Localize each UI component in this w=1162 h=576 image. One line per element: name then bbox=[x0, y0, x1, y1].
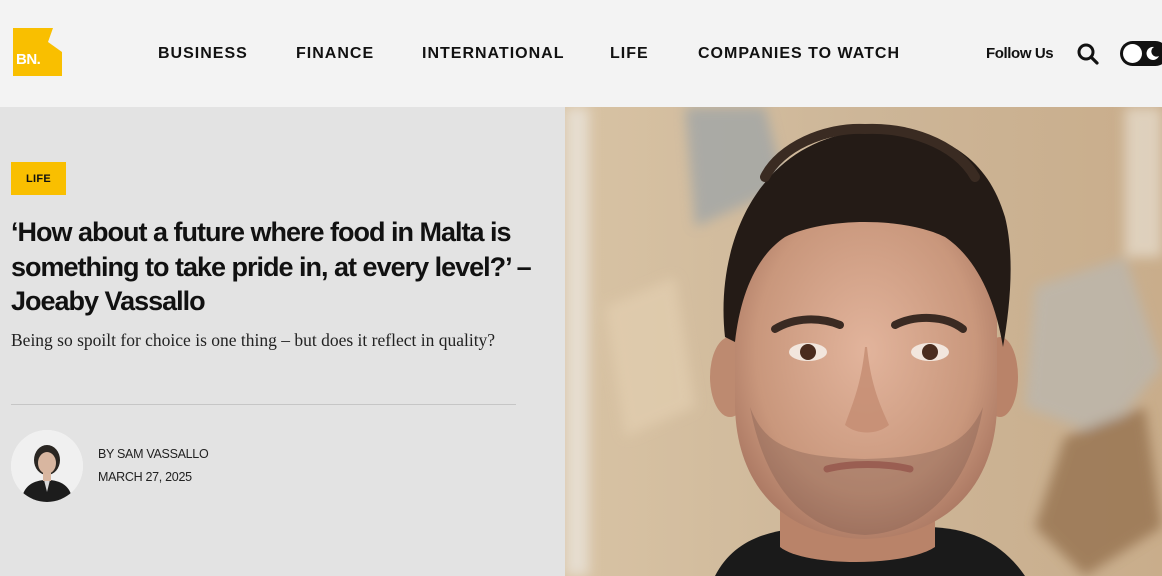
author-avatar[interactable] bbox=[11, 430, 83, 502]
moon-icon bbox=[1146, 46, 1159, 60]
author-byline[interactable]: BY SAM VASSALLO bbox=[98, 447, 209, 461]
logo-text: BN. bbox=[16, 51, 41, 68]
follow-us-link[interactable]: Follow Us bbox=[986, 45, 1054, 62]
site-header: BN. BUSINESS FINANCE INTERNATIONAL LIFE … bbox=[0, 0, 1162, 107]
site-logo[interactable]: BN. bbox=[13, 28, 62, 76]
search-button[interactable] bbox=[1076, 42, 1100, 66]
dark-mode-toggle[interactable] bbox=[1120, 41, 1162, 66]
toggle-knob bbox=[1123, 44, 1142, 63]
nav-item-finance[interactable]: FINANCE bbox=[296, 45, 374, 63]
hero-portrait bbox=[565, 107, 1162, 576]
article-headline[interactable]: ‘How about a future where food in Malta … bbox=[11, 215, 532, 319]
nav-item-life[interactable]: LIFE bbox=[610, 45, 649, 63]
divider bbox=[11, 404, 516, 405]
category-tag[interactable]: LIFE bbox=[11, 162, 66, 195]
publish-date: MARCH 27, 2025 bbox=[98, 470, 192, 484]
nav-item-international[interactable]: INTERNATIONAL bbox=[422, 45, 564, 63]
featured-article: LIFE ‘How about a future where food in M… bbox=[0, 107, 565, 576]
search-icon bbox=[1077, 43, 1099, 65]
author-photo bbox=[11, 430, 83, 502]
article-standfirst: Being so spoilt for choice is one thing … bbox=[11, 330, 496, 350]
nav-item-companies-to-watch[interactable]: COMPANIES TO WATCH bbox=[698, 45, 900, 63]
nav-item-business[interactable]: BUSINESS bbox=[158, 45, 248, 63]
article-hero-image[interactable] bbox=[565, 107, 1162, 576]
